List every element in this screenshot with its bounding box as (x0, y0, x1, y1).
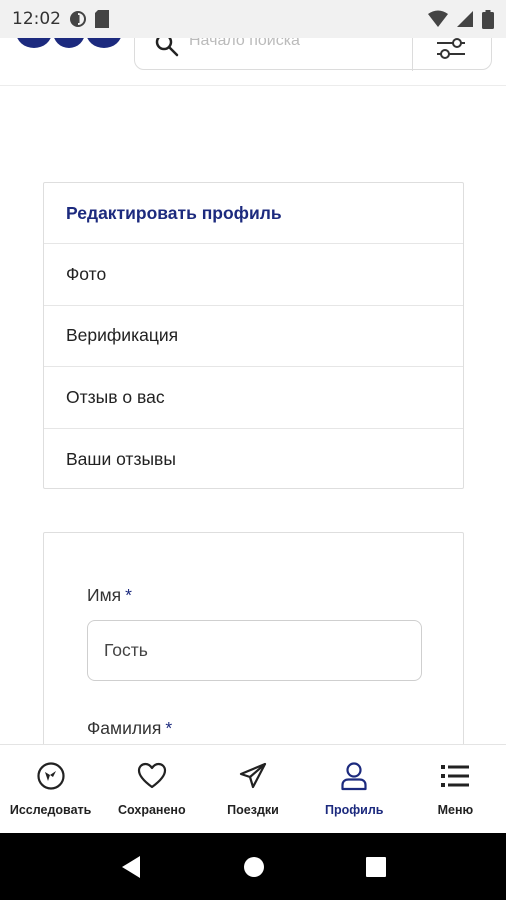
nav-item-explore[interactable]: Исследовать (0, 745, 101, 833)
battery-icon (482, 9, 494, 29)
first-name-label: Имя * (87, 585, 132, 606)
back-icon[interactable] (120, 855, 142, 879)
status-bar: 12:02 (0, 0, 506, 38)
bottom-navigation: Исследовать Сохранено Поездки Профиль Ме… (0, 744, 506, 833)
menu-item-reviews-about-you[interactable]: Отзыв о вас (44, 367, 463, 429)
sim-card-icon (95, 10, 109, 28)
required-mark: * (165, 718, 173, 738)
app-header: Начало поиска (0, 38, 506, 86)
cellular-signal-icon (457, 11, 473, 27)
menu-item-photo[interactable]: Фото (44, 244, 463, 306)
profile-menu: Редактировать профиль Фото Верификация О… (43, 182, 464, 489)
logo[interactable] (14, 38, 124, 48)
first-name-input[interactable]: Гость (87, 620, 422, 681)
nav-label-trips: Поездки (227, 803, 279, 817)
user-icon (341, 762, 367, 791)
paper-plane-icon (239, 762, 267, 789)
nav-label-saved: Сохранено (118, 803, 186, 817)
nav-label-explore: Исследовать (9, 803, 92, 817)
nav-label-profile: Профиль (324, 803, 384, 817)
search-bar[interactable]: Начало поиска (134, 38, 492, 71)
nav-item-menu[interactable]: Меню (405, 745, 506, 833)
compass-icon (36, 762, 65, 790)
first-name-value: Гость (104, 640, 148, 660)
first-name-label-text: Имя (87, 585, 122, 605)
search-icon (155, 38, 179, 57)
last-name-label-text: Фамилия (87, 718, 162, 738)
nav-item-saved[interactable]: Сохранено (101, 745, 202, 833)
nav-item-profile[interactable]: Профиль (304, 745, 405, 833)
nav-label-menu: Меню (437, 803, 474, 817)
system-navigation-bar (0, 833, 506, 900)
heart-icon (137, 762, 166, 789)
menu-list-icon (441, 765, 470, 787)
menu-item-verification[interactable]: Верификация (44, 306, 463, 368)
required-mark: * (125, 585, 132, 605)
menu-item-edit-profile[interactable]: Редактировать профиль (44, 183, 463, 245)
home-icon[interactable] (243, 856, 265, 878)
menu-item-your-reviews[interactable]: Ваши отзывы (44, 429, 463, 490)
search-placeholder: Начало поиска (189, 38, 300, 49)
recents-icon[interactable] (365, 856, 386, 877)
last-name-label: Фамилия * (87, 718, 172, 739)
nav-item-trips[interactable]: Поездки (202, 745, 303, 833)
search-divider (412, 38, 413, 71)
data-saver-icon (70, 11, 86, 27)
wifi-icon (428, 10, 448, 27)
status-time: 12:02 (12, 9, 61, 29)
filter-icon[interactable] (435, 38, 467, 61)
